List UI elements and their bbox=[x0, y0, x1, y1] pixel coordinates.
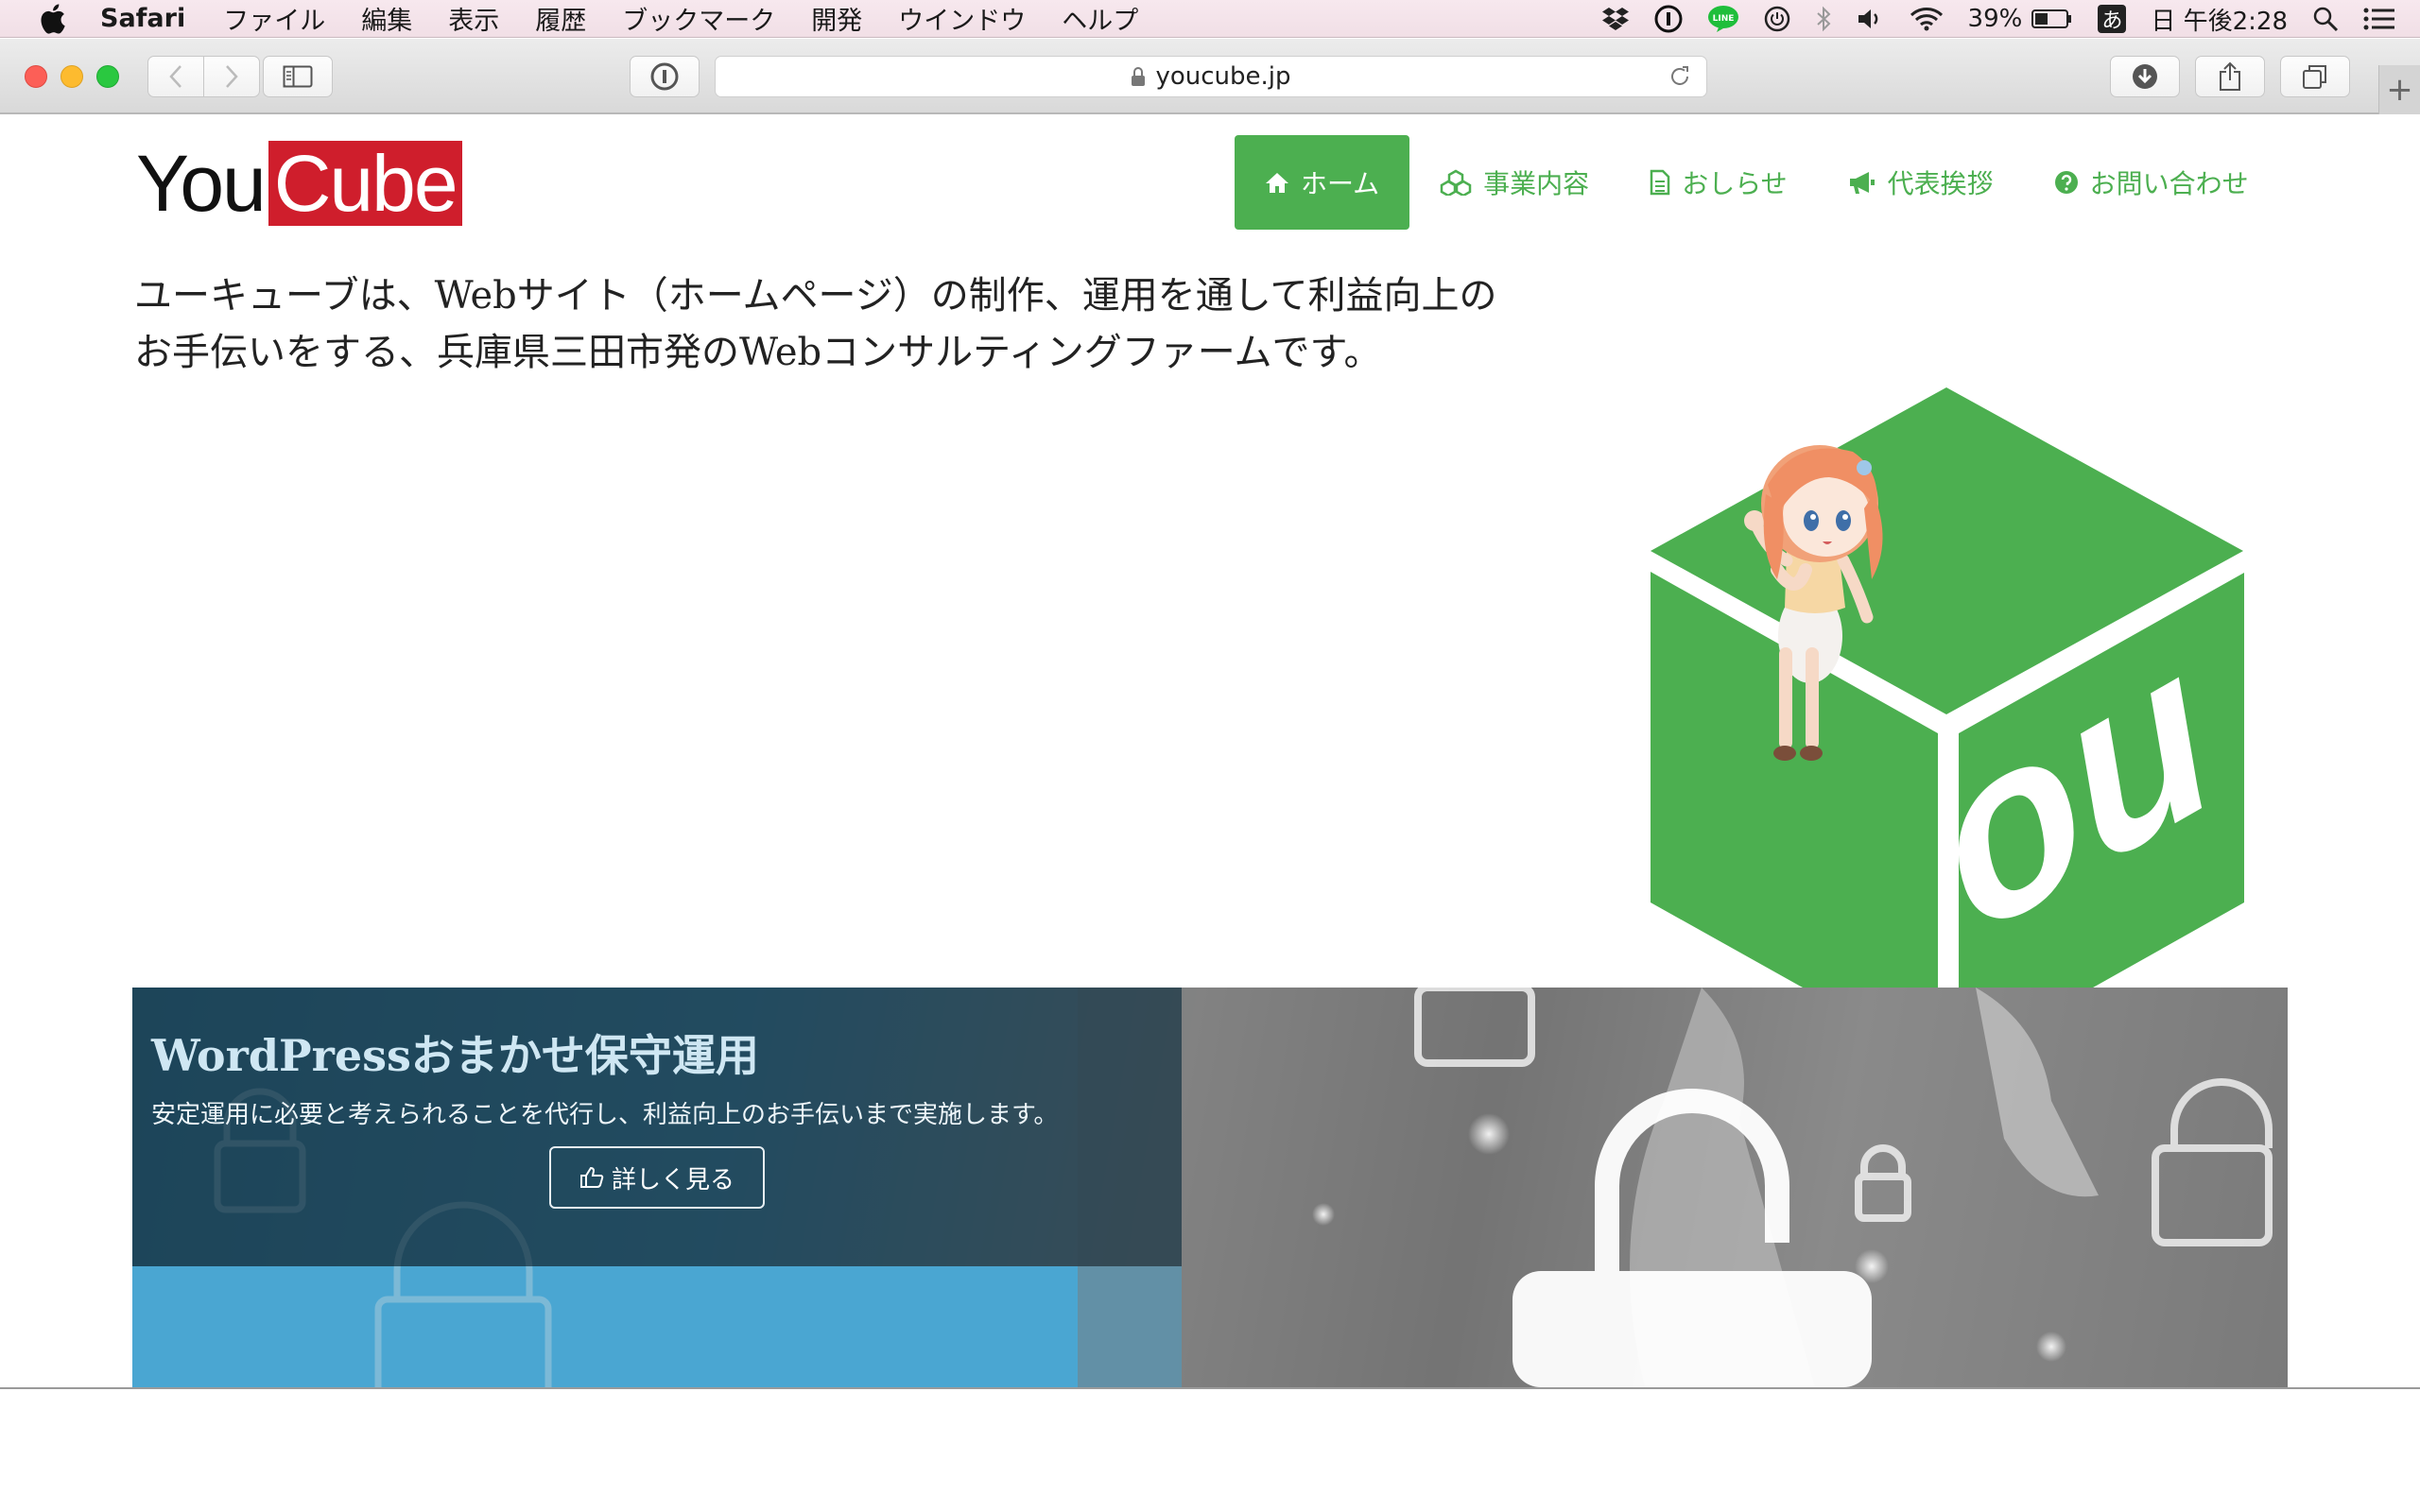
new-tab-button[interactable]: + bbox=[2378, 65, 2420, 114]
maintenance-banner: WordPressおまかせ保守運用 安定運用に必要と考えられることを代行し、利益… bbox=[132, 988, 2288, 1387]
menu-app-safari[interactable]: Safari bbox=[100, 4, 185, 33]
details-button[interactable]: 詳しく見る bbox=[549, 1146, 765, 1209]
menu-develop[interactable]: 開発 bbox=[811, 0, 862, 37]
cubes-icon bbox=[1440, 169, 1472, 196]
cube-graphic: ou bbox=[1647, 387, 2248, 1071]
reload-icon[interactable] bbox=[1667, 63, 1693, 90]
window-minimize-button[interactable] bbox=[60, 65, 83, 88]
menu-help[interactable]: ヘルプ bbox=[1062, 0, 1138, 37]
thumbs-up-icon bbox=[579, 1166, 604, 1189]
intro-text: ユーキューブは、Webサイト（ホームページ）の制作、運用を通して利益向上のお手伝… bbox=[134, 274, 1497, 374]
window-close-button[interactable] bbox=[25, 65, 47, 88]
address-bar[interactable]: youcube.jp bbox=[715, 56, 1707, 97]
menu-edit[interactable]: 編集 bbox=[361, 0, 412, 37]
1password-icon bbox=[650, 62, 679, 91]
share-button[interactable] bbox=[2195, 56, 2265, 97]
wifi-icon[interactable] bbox=[1910, 6, 1944, 32]
menu-bar: Safari ファイル 編集 表示 履歴 ブックマーク 開発 ウインドウ ヘルプ… bbox=[0, 0, 2420, 38]
show-all-tabs-button[interactable] bbox=[2280, 56, 2350, 97]
apple-logo-icon[interactable] bbox=[38, 3, 66, 34]
site-logo[interactable]: You Cube bbox=[136, 139, 462, 228]
banner-text-panel: WordPressおまかせ保守運用 安定運用に必要と考えられることを代行し、利益… bbox=[132, 988, 1182, 1266]
tabs-overview-icon bbox=[2303, 65, 2326, 89]
window-bottom-edge bbox=[0, 1387, 2420, 1389]
home-icon bbox=[1265, 171, 1289, 194]
input-method-label: あ bbox=[2098, 5, 2127, 33]
nav-label: お問い合わせ bbox=[2089, 168, 2249, 199]
nav-item-contact[interactable]: お問い合わせ bbox=[2024, 135, 2279, 230]
bluetooth-icon[interactable] bbox=[1815, 6, 1832, 32]
download-icon bbox=[2133, 64, 2157, 89]
nav-item-news[interactable]: おしらせ bbox=[1619, 135, 1817, 230]
status-area: LINE 39% あ 日 午後2:28 bbox=[1601, 0, 2420, 38]
menu-window[interactable]: ウインドウ bbox=[898, 0, 1026, 37]
clock[interactable]: 日 午後2:28 bbox=[2151, 2, 2288, 37]
lock-icon bbox=[1132, 67, 1146, 86]
battery-icon[interactable] bbox=[2031, 9, 2073, 29]
nav-label: ホーム bbox=[1301, 168, 1380, 199]
forward-button[interactable] bbox=[203, 56, 260, 97]
hero-cube-illustration: ou bbox=[1647, 387, 2248, 1071]
window-zoom-button[interactable] bbox=[96, 65, 119, 88]
nav-item-home[interactable]: ホーム bbox=[1235, 135, 1410, 230]
nav-label: おしらせ bbox=[1682, 168, 1788, 199]
input-method-indicator[interactable]: あ bbox=[2098, 5, 2127, 33]
chevron-right-icon bbox=[226, 65, 238, 88]
banner-title: WordPressおまかせ保守運用 bbox=[151, 1030, 759, 1081]
sidebar-toggle-button[interactable] bbox=[263, 56, 333, 97]
nav-label: 代表挨拶 bbox=[1887, 168, 1994, 199]
line-icon[interactable]: LINE bbox=[1707, 5, 1739, 33]
url-text: youcube.jp bbox=[1155, 62, 1291, 91]
svg-text:LINE: LINE bbox=[1712, 14, 1734, 24]
document-icon bbox=[1650, 169, 1670, 196]
1password-extension-button[interactable] bbox=[630, 56, 700, 97]
web-page: You Cube ホーム 事業内容 おしらせ 代表挨拶 お問い合わせ ユーキュー… bbox=[0, 116, 2420, 1387]
main-nav: ホーム 事業内容 おしらせ 代表挨拶 お問い合わせ bbox=[1235, 135, 2279, 230]
nav-label: 事業内容 bbox=[1483, 168, 1590, 199]
notification-center-icon[interactable] bbox=[2363, 7, 2395, 31]
menu-bookmarks[interactable]: ブックマーク bbox=[622, 0, 775, 37]
menu-history[interactable]: 履歴 bbox=[535, 0, 586, 37]
chevron-left-icon bbox=[169, 65, 182, 88]
power-icon[interactable] bbox=[1764, 6, 1790, 32]
share-icon bbox=[2220, 61, 2240, 91]
dropbox-icon[interactable] bbox=[1601, 7, 1630, 31]
nav-item-services[interactable]: 事業内容 bbox=[1409, 135, 1619, 230]
logo-text-cube: Cube bbox=[268, 141, 462, 226]
menu-file[interactable]: ファイル bbox=[223, 0, 325, 37]
banner-description: 安定運用に必要と考えられることを代行し、利益向上のお手伝いまで実施します。 bbox=[151, 1101, 1059, 1129]
browser-toolbar: youcube.jp + bbox=[0, 39, 2420, 114]
logo-text-you: You bbox=[136, 138, 267, 228]
1password-icon[interactable] bbox=[1654, 5, 1683, 33]
back-button[interactable] bbox=[147, 56, 204, 97]
sidebar-icon bbox=[283, 65, 313, 88]
plus-icon: + bbox=[2386, 71, 2413, 109]
downloads-button[interactable] bbox=[2110, 56, 2180, 97]
menu-view[interactable]: 表示 bbox=[448, 0, 499, 37]
details-button-label: 詳しく見る bbox=[611, 1165, 735, 1194]
megaphone-icon bbox=[1848, 170, 1876, 195]
volume-icon[interactable] bbox=[1857, 7, 1885, 31]
nav-item-greeting[interactable]: 代表挨拶 bbox=[1818, 135, 2024, 230]
battery-percent: 39% bbox=[1967, 5, 2023, 33]
question-circle-icon bbox=[2054, 170, 2079, 195]
spotlight-icon[interactable] bbox=[2312, 6, 2339, 32]
